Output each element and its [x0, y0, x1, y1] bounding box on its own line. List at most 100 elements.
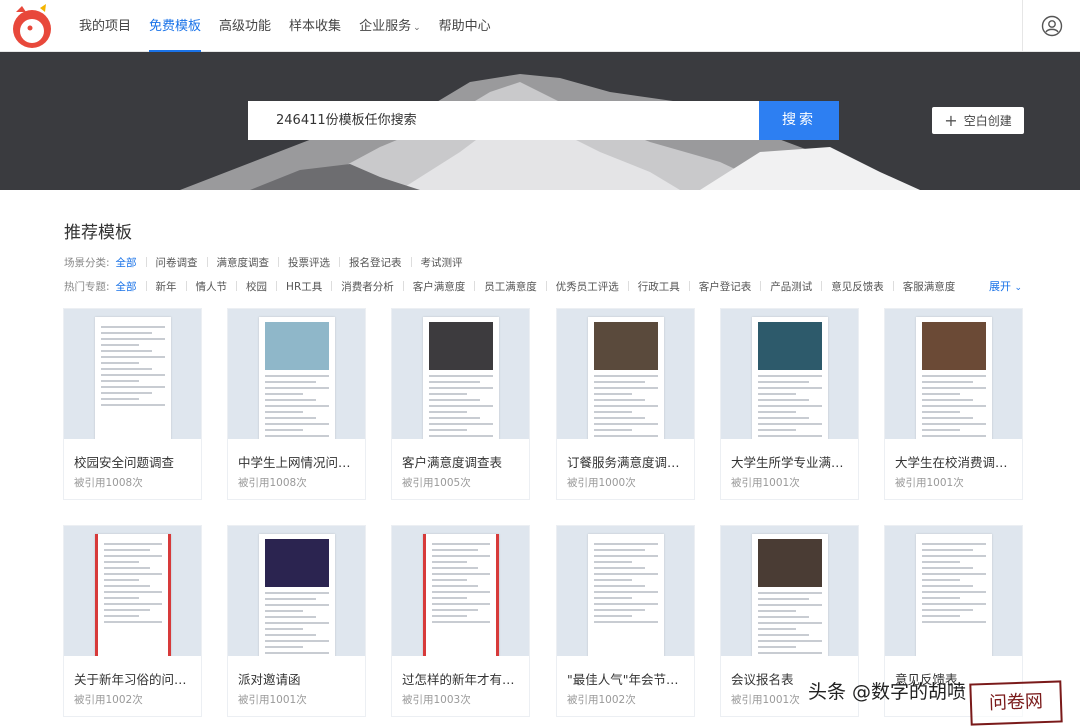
template-thumbnail	[392, 526, 529, 656]
filter-chip[interactable]: 问卷调查	[156, 255, 198, 270]
filter-divider	[331, 281, 333, 291]
template-usage-count: 被引用1008次	[74, 477, 143, 489]
template-preview	[259, 317, 335, 439]
filter-divider	[206, 257, 208, 267]
filter-divider	[145, 257, 147, 267]
filter-divider	[410, 257, 412, 267]
filter-chip[interactable]: 消费者分析	[341, 279, 394, 294]
filter-chip[interactable]: 情人节	[196, 279, 228, 294]
template-preview	[916, 317, 992, 439]
template-title: 过怎样的新年才有意义	[402, 672, 522, 687]
scene-filter-row: 场景分类: 全部 问卷调查 满意度调查 投票评选 报名登记表 考试测评	[64, 254, 463, 270]
template-usage-count: 被引用1000次	[567, 477, 636, 489]
user-menu[interactable]	[1022, 0, 1080, 52]
blank-create-label: 空白创建	[963, 114, 1012, 128]
template-search-input[interactable]: 246411份模板任你搜索	[248, 101, 759, 140]
template-thumbnail	[885, 526, 1022, 656]
template-title: 校园安全问题调查	[74, 455, 175, 470]
filter-chip[interactable]: 客户满意度	[413, 279, 466, 294]
template-card[interactable]: "最佳人气"年会节目... 被引用1002次	[556, 525, 695, 717]
filter-chip[interactable]: HR工具	[286, 279, 322, 294]
filter-divider	[688, 281, 690, 291]
template-usage-count: 被引用1003次	[402, 694, 471, 706]
template-card[interactable]: 客户满意度调查表 被引用1005次	[391, 308, 530, 500]
filter-divider	[760, 281, 762, 291]
filter-chip[interactable]: 意见反馈表	[831, 279, 884, 294]
template-card[interactable]: 派对邀请函 被引用1001次	[227, 525, 366, 717]
nav-item-0[interactable]: 我的项目	[70, 0, 140, 52]
nav-item-4[interactable]: 企业服务 ⌄	[350, 0, 430, 52]
filter-divider	[276, 281, 278, 291]
template-thumbnail	[64, 309, 201, 439]
filter-divider	[545, 281, 547, 291]
filter-chip[interactable]: 行政工具	[638, 279, 680, 294]
filter-chip[interactable]: 新年	[156, 279, 177, 294]
template-preview	[423, 534, 499, 656]
filter-divider	[627, 281, 629, 291]
expand-filters-button[interactable]: 展开 ⌄	[989, 278, 1022, 294]
template-title: "最佳人气"年会节目...	[567, 672, 687, 687]
nav-item-2[interactable]: 高级功能	[210, 0, 280, 52]
template-preview	[916, 534, 992, 656]
filter-divider	[474, 281, 476, 291]
template-usage-count: 被引用1001次	[895, 477, 964, 489]
main-nav: 我的项目 免费模板 高级功能 样本收集 企业服务 ⌄ 帮助中心	[70, 0, 500, 52]
template-thumbnail	[557, 309, 694, 439]
nav-item-3[interactable]: 样本收集	[280, 0, 350, 52]
nav-item-5[interactable]: 帮助中心	[430, 0, 500, 52]
template-card[interactable]: 订餐服务满意度调查... 被引用1000次	[556, 308, 695, 500]
user-icon[interactable]	[1041, 15, 1063, 37]
template-thumbnail	[721, 309, 858, 439]
template-card[interactable]: 大学生所学专业满意... 被引用1001次	[720, 308, 859, 500]
filter-chip[interactable]: 全部	[116, 279, 137, 294]
nav-item-label: 免费模板	[149, 19, 202, 34]
template-preview	[95, 317, 171, 439]
template-card[interactable]: 大学生在校消费调查表 被引用1001次	[884, 308, 1023, 500]
template-thumbnail	[721, 526, 858, 656]
search-button[interactable]: 搜索	[759, 101, 839, 140]
filter-chip[interactable]: 考试测评	[421, 255, 463, 270]
template-title: 中学生上网情况问卷...	[238, 455, 358, 470]
template-thumbnail	[228, 526, 365, 656]
template-title: 大学生所学专业满意...	[731, 455, 851, 470]
top-navigation-bar: 我的项目 免费模板 高级功能 样本收集 企业服务 ⌄ 帮助中心	[0, 0, 1080, 52]
template-card[interactable]: 过怎样的新年才有意义 被引用1003次	[391, 525, 530, 717]
template-card[interactable]: 校园安全问题调查 被引用1008次	[63, 308, 202, 500]
template-preview	[423, 317, 499, 439]
filter-label: 热门专题:	[64, 280, 110, 293]
filter-chip[interactable]: 校园	[246, 279, 267, 294]
nav-item-1[interactable]: 免费模板	[140, 0, 210, 52]
filter-chip[interactable]: 产品测试	[770, 279, 812, 294]
template-thumbnail	[64, 526, 201, 656]
plus-icon: +	[944, 110, 958, 130]
filter-chip[interactable]: 员工满意度	[484, 279, 537, 294]
nav-item-label: 企业服务	[359, 19, 412, 34]
filter-divider	[339, 257, 341, 267]
watermark-stamp: 问卷网	[969, 680, 1063, 726]
template-title: 订餐服务满意度调查...	[567, 455, 687, 470]
template-card[interactable]: 关于新年习俗的问卷... 被引用1002次	[63, 525, 202, 717]
filter-divider	[402, 281, 404, 291]
filter-chip[interactable]: 全部	[116, 255, 137, 270]
topic-filter-row: 热门专题: 全部 新年 情人节 校园 HR工具 消费者分析 客户满意度 员工满意度 优秀员工评选 行…	[64, 278, 955, 294]
template-title: 关于新年习俗的问卷...	[74, 672, 194, 687]
blank-create-button[interactable]: + 空白创建	[932, 107, 1024, 134]
filter-chip[interactable]: 客服满意度	[903, 279, 956, 294]
template-usage-count: 被引用1002次	[74, 694, 143, 706]
filter-chip[interactable]: 客户登记表	[699, 279, 752, 294]
nav-item-label: 高级功能	[219, 19, 272, 34]
nav-item-label: 帮助中心	[438, 19, 491, 34]
nav-item-label: 我的项目	[79, 19, 132, 34]
filter-label: 场景分类:	[64, 256, 110, 269]
template-card[interactable]: 中学生上网情况问卷... 被引用1008次	[227, 308, 366, 500]
app-logo[interactable]	[6, 2, 56, 50]
section-title: 推荐模板	[64, 223, 132, 243]
filter-chip[interactable]: 满意度调查	[217, 255, 270, 270]
filter-chip[interactable]: 投票评选	[288, 255, 330, 270]
filter-chip[interactable]: 优秀员工评选	[556, 279, 619, 294]
filter-divider	[278, 257, 280, 267]
filter-divider	[892, 281, 894, 291]
watermark-text: 头条 @数字的胡喷	[808, 681, 967, 703]
filter-chip[interactable]: 报名登记表	[349, 255, 402, 270]
template-preview	[259, 534, 335, 656]
